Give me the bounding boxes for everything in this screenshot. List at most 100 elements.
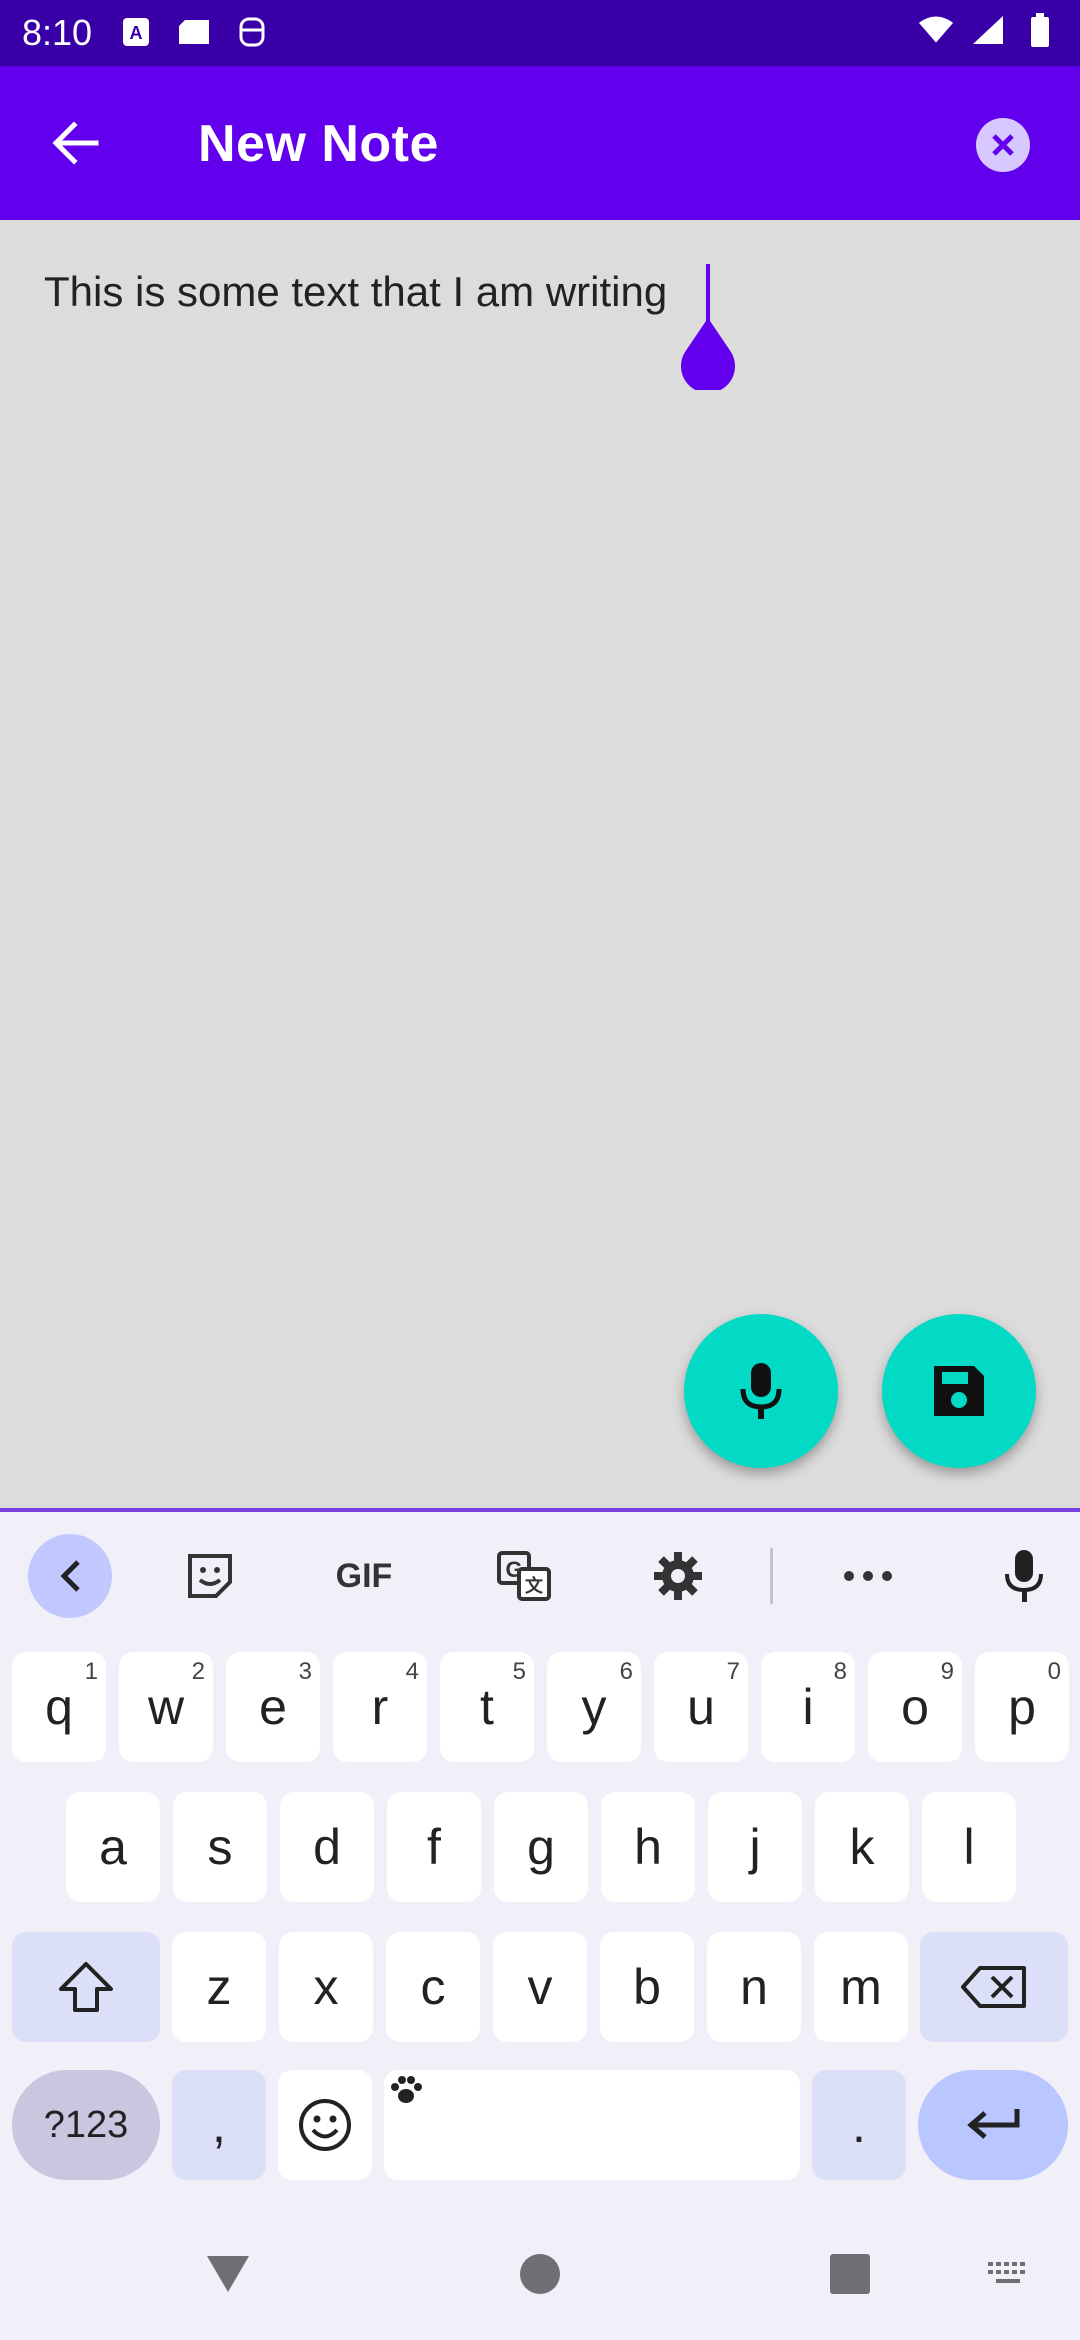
- emoji-key[interactable]: [278, 2070, 372, 2180]
- close-icon: [992, 134, 1014, 156]
- wifi-icon: [918, 12, 954, 48]
- enter-arrow-icon: [967, 2109, 1020, 2139]
- key-b[interactable]: b: [600, 1932, 694, 2042]
- svg-text:A: A: [130, 23, 143, 43]
- key-r-hint: 4: [405, 1658, 419, 1685]
- arrow-back-icon: [52, 121, 99, 165]
- shift-icon: [59, 1962, 113, 2012]
- key-o-hint: 9: [940, 1658, 954, 1685]
- key-e-label: e: [259, 1679, 287, 1735]
- paw-icon: [391, 2076, 422, 2103]
- key-s[interactable]: s: [173, 1792, 267, 1902]
- key-d[interactable]: d: [280, 1792, 374, 1902]
- key-h-label: h: [634, 1819, 662, 1875]
- key-n[interactable]: n: [707, 1932, 801, 2042]
- close-button[interactable]: [976, 118, 1030, 172]
- key-w[interactable]: w2: [119, 1652, 213, 1762]
- key-p-hint: 0: [1047, 1658, 1061, 1685]
- key-o-label: o: [901, 1679, 929, 1735]
- chevron-left-icon: [60, 1560, 80, 1592]
- status-notification-icons: A: [118, 14, 270, 50]
- caret-handle[interactable]: [679, 318, 737, 390]
- key-b-label: b: [633, 1959, 661, 2015]
- key-c[interactable]: c: [386, 1932, 480, 2042]
- shift-key[interactable]: [12, 1932, 160, 2042]
- font-a-icon: A: [118, 14, 154, 50]
- key-c-label: c: [420, 1959, 446, 2015]
- key-r[interactable]: r4: [333, 1652, 427, 1762]
- save-icon: [934, 1366, 984, 1416]
- translate-button[interactable]: G文: [482, 1534, 566, 1618]
- key-x[interactable]: x: [279, 1932, 373, 2042]
- back-button[interactable]: [36, 108, 116, 178]
- sticker-button[interactable]: [168, 1534, 252, 1618]
- more-options-button[interactable]: [826, 1534, 910, 1618]
- key-t-label: t: [480, 1679, 494, 1735]
- key-q-label: q: [45, 1679, 73, 1735]
- gif-button[interactable]: GIF: [322, 1534, 406, 1618]
- nav-home-button[interactable]: [510, 2244, 570, 2304]
- save-button[interactable]: [882, 1314, 1036, 1468]
- key-i[interactable]: i8: [761, 1652, 855, 1762]
- nav-home-icon: [520, 2254, 560, 2294]
- keyboard-voice-button[interactable]: [982, 1534, 1066, 1618]
- keyboard-settings-button[interactable]: [636, 1534, 720, 1618]
- symbols-key-label: ?123: [43, 2103, 129, 2146]
- nav-recents-icon: [830, 2254, 870, 2294]
- key-y[interactable]: y6: [547, 1652, 641, 1762]
- key-d-label: d: [313, 1819, 341, 1875]
- key-t[interactable]: t5: [440, 1652, 534, 1762]
- key-h[interactable]: h: [601, 1792, 695, 1902]
- key-v-label: v: [527, 1959, 553, 2015]
- key-m[interactable]: m: [814, 1932, 908, 2042]
- key-f-label: f: [427, 1819, 441, 1875]
- key-a[interactable]: a: [66, 1792, 160, 1902]
- key-f[interactable]: f: [387, 1792, 481, 1902]
- signal-icon: [970, 12, 1006, 48]
- keyboard-toolbar: GIF G文: [0, 1512, 1080, 1632]
- key-i-hint: 8: [833, 1658, 847, 1685]
- key-w-hint: 2: [191, 1658, 205, 1685]
- period-key[interactable]: .: [812, 2070, 906, 2180]
- key-i-label: i: [802, 1679, 814, 1735]
- symbols-key[interactable]: ?123: [12, 2070, 160, 2180]
- comma-key[interactable]: ,: [172, 2070, 266, 2180]
- comma-key-label: ,: [212, 2097, 226, 2153]
- key-p[interactable]: p0: [975, 1652, 1069, 1762]
- key-z-label: z: [206, 1959, 232, 2015]
- emoji-icon: [299, 2099, 351, 2151]
- space-key[interactable]: [384, 2070, 800, 2180]
- backspace-icon: [961, 1966, 1026, 2008]
- mic-icon: [1005, 1550, 1043, 1602]
- key-m-label: m: [840, 1959, 882, 2015]
- backspace-key[interactable]: [920, 1932, 1068, 2042]
- key-o[interactable]: o9: [868, 1652, 962, 1762]
- key-u-label: u: [687, 1679, 715, 1735]
- key-j-label: j: [749, 1819, 761, 1875]
- key-q[interactable]: q1: [12, 1652, 106, 1762]
- key-g-label: g: [527, 1819, 555, 1875]
- key-g[interactable]: g: [494, 1792, 588, 1902]
- note-text-field[interactable]: This is some text that I am writing: [44, 268, 667, 316]
- voice-input-button[interactable]: [684, 1314, 838, 1468]
- key-k[interactable]: k: [815, 1792, 909, 1902]
- key-j[interactable]: j: [708, 1792, 802, 1902]
- keyboard-switch-button[interactable]: [978, 2244, 1038, 2304]
- key-l[interactable]: l: [922, 1792, 1016, 1902]
- enter-key[interactable]: [918, 2070, 1068, 2180]
- app-bar: New Note: [0, 66, 1080, 220]
- note-editor[interactable]: This is some text that I am writing: [0, 220, 1080, 1510]
- nav-recents-button[interactable]: [820, 2244, 880, 2304]
- nav-back-button[interactable]: [198, 2244, 258, 2304]
- sd-card-icon: [176, 14, 212, 50]
- page-title: New Note: [198, 115, 439, 173]
- face-icon: [234, 14, 270, 50]
- navigation-bar: [0, 2200, 1080, 2340]
- key-v[interactable]: v: [493, 1932, 587, 2042]
- key-e-hint: 3: [298, 1658, 312, 1685]
- key-z[interactable]: z: [172, 1932, 266, 2042]
- key-e[interactable]: e3: [226, 1652, 320, 1762]
- status-bar: 8:10 A: [0, 0, 1080, 66]
- keyboard-collapse-button[interactable]: [28, 1534, 112, 1618]
- key-u[interactable]: u7: [654, 1652, 748, 1762]
